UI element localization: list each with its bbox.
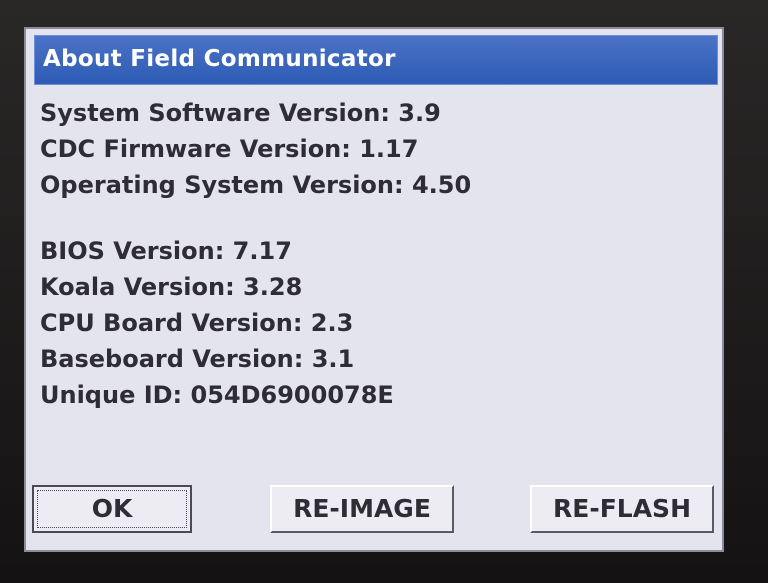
version-info-panel: System Software Version: 3.9 CDC Firmwar… xyxy=(40,95,710,413)
bios-version: BIOS Version: 7.17 xyxy=(40,237,292,265)
device-bezel: About Field Communicator System Software… xyxy=(0,0,768,583)
system-software-version: System Software Version: 3.9 xyxy=(40,99,441,127)
window-title: About Field Communicator xyxy=(43,46,396,72)
reimage-button[interactable]: RE-IMAGE xyxy=(270,485,454,533)
ok-button[interactable]: OK xyxy=(32,485,192,533)
title-bar: About Field Communicator xyxy=(34,35,718,85)
baseboard-version: Baseboard Version: 3.1 xyxy=(40,345,355,373)
unique-id: Unique ID: 054D6900078E xyxy=(40,381,394,409)
cdc-firmware-version: CDC Firmware Version: 1.17 xyxy=(40,135,419,163)
cpu-board-version: CPU Board Version: 2.3 xyxy=(40,309,354,337)
reflash-button[interactable]: RE-FLASH xyxy=(530,485,714,533)
about-dialog: About Field Communicator System Software… xyxy=(24,27,724,552)
operating-system-version: Operating System Version: 4.50 xyxy=(40,171,472,199)
koala-version: Koala Version: 3.28 xyxy=(40,273,303,301)
